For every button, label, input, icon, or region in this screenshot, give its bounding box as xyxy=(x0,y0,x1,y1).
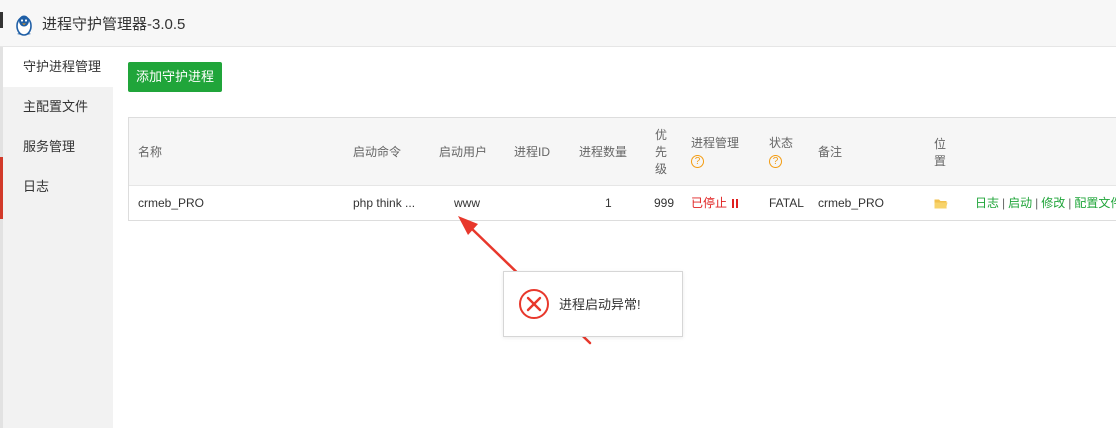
header-user: 启动用户 xyxy=(439,145,488,159)
header-priority: 优 先 级 xyxy=(654,127,668,178)
header-remark: 备注 xyxy=(818,145,843,159)
action-separator: | xyxy=(1068,196,1072,210)
window-edge xyxy=(0,12,3,28)
cell-priority: 999 xyxy=(654,196,675,210)
folder-icon[interactable] xyxy=(934,198,948,209)
cell-count: 1 xyxy=(605,196,612,210)
sidebar-item-main-config[interactable]: 主配置文件 xyxy=(3,87,113,127)
penguin-icon xyxy=(16,15,32,36)
help-icon[interactable]: ? xyxy=(769,155,782,168)
header-command: 启动命令 xyxy=(353,145,402,159)
pause-icon xyxy=(732,197,740,212)
table-header: 名称 启动命令 启动用户 进程ID 进程数量 优 先 级 进程管理 ? 状态 ?… xyxy=(129,118,1116,186)
header-pid: 进程ID xyxy=(514,145,551,159)
header-count: 进程数量 xyxy=(579,145,628,159)
sidebar-item-service-manage[interactable]: 服务管理 xyxy=(3,127,113,167)
action-separator: | xyxy=(1002,196,1006,210)
stopped-label[interactable]: 已停止 xyxy=(691,196,727,210)
help-icon[interactable]: ? xyxy=(691,155,704,168)
sidebar: 守护进程管理 主配置文件 服务管理 日志 xyxy=(3,47,113,428)
cell-status: FATAL xyxy=(769,196,804,210)
table-row: crmeb_PRO php think ... www 1 999 已停止 FA… xyxy=(129,186,1116,221)
action-separator: | xyxy=(1035,196,1039,210)
header-status-label: 状态 xyxy=(769,136,794,150)
toast-message: 进程启动异常! xyxy=(559,297,641,312)
error-toast: 进程启动异常! xyxy=(503,271,683,337)
header-manage: 进程管理 ? xyxy=(691,135,739,169)
edit-link[interactable]: 修改 xyxy=(1041,196,1065,210)
add-daemon-button[interactable]: 添加守护进程 xyxy=(128,62,222,92)
cell-command: php think ... xyxy=(353,196,416,210)
sidebar-item-process-manage[interactable]: 守护进程管理 xyxy=(3,47,113,87)
header-location-char-2: 置 xyxy=(933,154,946,168)
cell-remark: crmeb_PRO xyxy=(818,196,885,210)
header-location: 位 置 xyxy=(933,136,947,170)
header-location-char-1: 位 xyxy=(933,137,946,151)
config-file-link[interactable]: 配置文件 xyxy=(1074,196,1116,210)
cell-name: crmeb_PRO xyxy=(138,196,205,210)
start-link[interactable]: 启动 xyxy=(1008,196,1032,210)
header-status: 状态 ? xyxy=(769,135,793,169)
log-link[interactable]: 日志 xyxy=(975,196,999,210)
header-name: 名称 xyxy=(138,145,163,159)
sidebar-item-logs[interactable]: 日志 xyxy=(3,167,113,207)
window-title: 进程守护管理器-3.0.5 xyxy=(42,16,186,33)
process-table: 名称 启动命令 启动用户 进程ID 进程数量 优 先 级 进程管理 ? 状态 ?… xyxy=(128,117,1116,221)
header-priority-char-1: 优 xyxy=(654,128,667,142)
header-priority-char-3: 级 xyxy=(654,162,667,176)
error-icon xyxy=(519,289,549,319)
cell-manage[interactable]: 已停止 xyxy=(691,196,740,212)
title-bar: 进程守护管理器-3.0.5 xyxy=(0,0,1116,47)
header-manage-label: 进程管理 xyxy=(691,136,740,150)
cell-user: www xyxy=(454,196,480,210)
header-priority-char-2: 先 xyxy=(654,145,667,159)
row-actions: 日志|启动|修改|配置文件 xyxy=(975,196,1116,211)
